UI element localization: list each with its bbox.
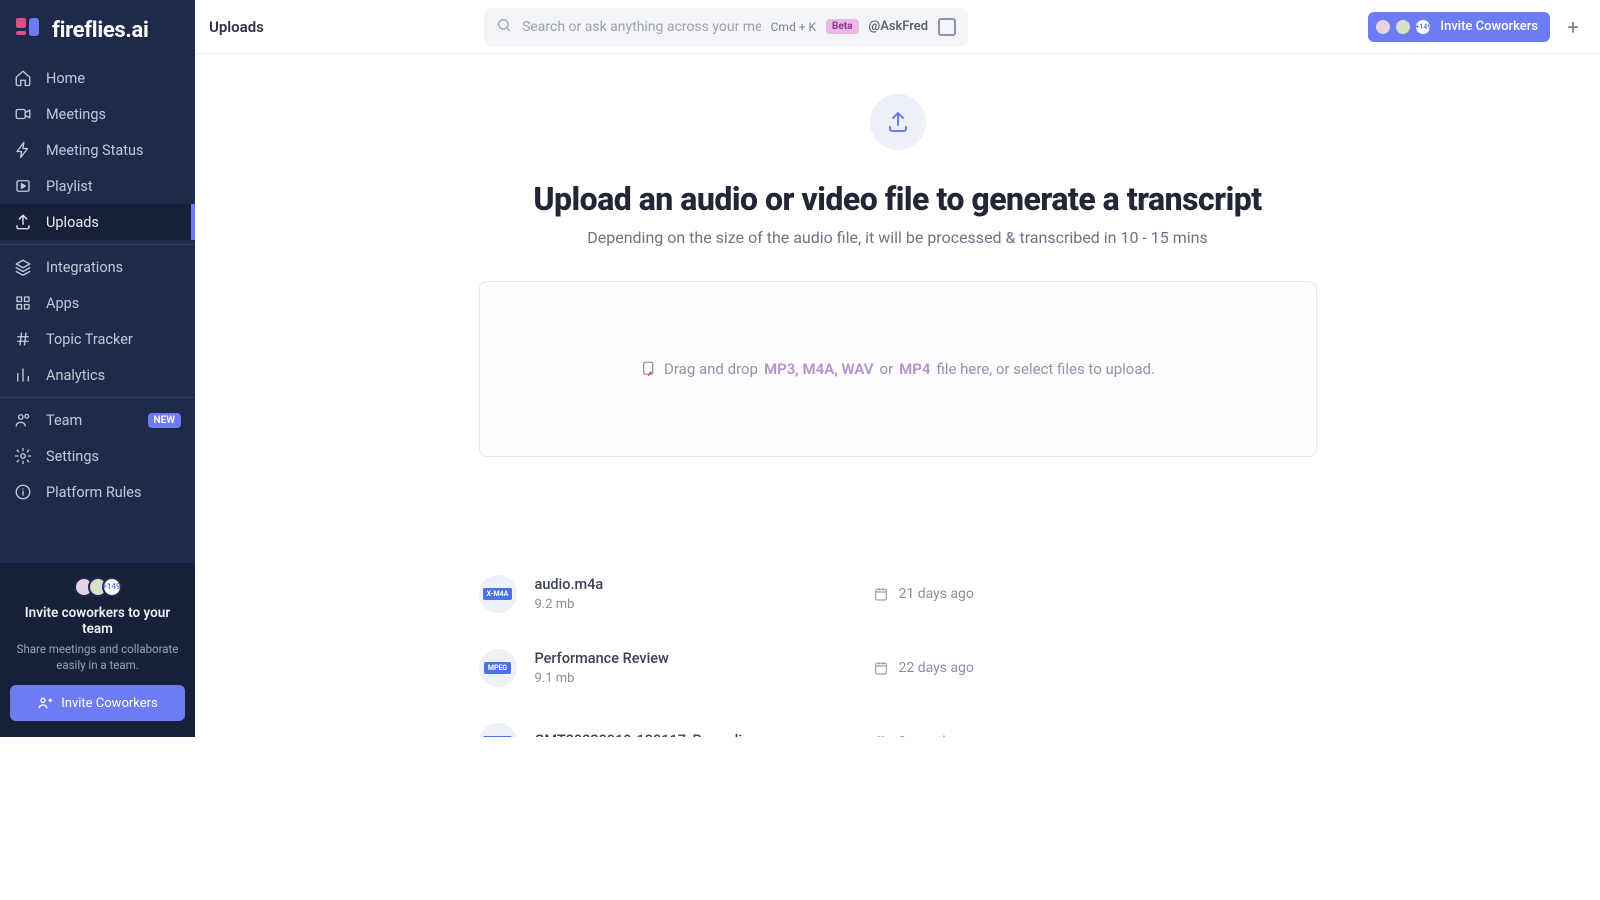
- sidebar-item-label: Apps: [46, 295, 181, 312]
- sidebar-item-label: Meeting Status: [46, 142, 181, 159]
- kbd-hint: Cmd + K: [771, 20, 816, 34]
- sidebar-item-label: Topic Tracker: [46, 331, 181, 348]
- file-date: 21 days ago: [873, 586, 974, 602]
- square-icon[interactable]: [938, 18, 956, 36]
- nav: Home Meetings Meeting Status Playlist Upload…: [0, 60, 195, 510]
- file-name: Performance Review: [535, 650, 855, 667]
- invite-coworkers-button[interactable]: Invite Coworkers: [10, 685, 185, 721]
- beta-badge: Beta: [826, 19, 859, 34]
- sidebar-item-playlist[interactable]: Playlist: [0, 168, 195, 204]
- drop-formats: MP3, M4A, WAV: [764, 360, 874, 378]
- team-icon: [14, 411, 32, 429]
- sidebar-item-home[interactable]: Home: [0, 60, 195, 96]
- sidebar: fireflies.ai Home Meetings Meeting Status P…: [0, 0, 195, 737]
- info-icon: [14, 483, 32, 501]
- invite-title: Invite coworkers to your team: [10, 605, 185, 637]
- bars-icon: [14, 366, 32, 384]
- invite-subtitle: Share meetings and collaborate easily in…: [10, 641, 185, 673]
- dropzone[interactable]: Drag and drop MP3, M4A, WAV or MP4 file …: [479, 281, 1317, 457]
- upload-icon: [870, 94, 926, 150]
- hero-subtitle: Depending on the size of the audio file,…: [195, 228, 1600, 247]
- search-bar[interactable]: Cmd + K Beta @AskFred: [484, 8, 968, 46]
- file-type-icon: MPEG: [479, 649, 517, 687]
- file-row[interactable]: X-M4A audio.m4a 9.2 mb 21 days ago: [479, 557, 1317, 631]
- sidebar-item-label: Analytics: [46, 367, 181, 384]
- home-icon: [14, 69, 32, 87]
- hero-title: Upload an audio or video file to generat…: [195, 180, 1600, 218]
- file-date: 2 months ago: [873, 734, 985, 737]
- main: Uploads Cmd + K Beta @AskFred +149 Invit…: [195, 0, 1600, 737]
- sidebar-item-label: Settings: [46, 448, 181, 465]
- sidebar-item-label: Home: [46, 70, 181, 87]
- search-icon: [496, 17, 512, 37]
- file-name: audio.m4a: [535, 576, 855, 593]
- video-icon: [14, 105, 32, 123]
- add-button[interactable]: +: [1560, 14, 1586, 40]
- invite-coworkers-pill[interactable]: +149 Invite Coworkers: [1368, 12, 1550, 42]
- topbar: Uploads Cmd + K Beta @AskFred +149 Invit…: [195, 0, 1600, 54]
- sidebar-item-platform-rules[interactable]: Platform Rules: [0, 474, 195, 510]
- sidebar-item-integrations[interactable]: Integrations: [0, 249, 195, 285]
- sidebar-item-label: Meetings: [46, 106, 181, 123]
- bolt-icon: [14, 141, 32, 159]
- hash-icon: [14, 330, 32, 348]
- sidebar-invite-panel: +149 Invite coworkers to your team Share…: [0, 563, 195, 737]
- grid-icon: [14, 294, 32, 312]
- file-size: 9.1 mb: [535, 671, 855, 686]
- new-badge: NEW: [148, 413, 182, 428]
- file-row[interactable]: X-M4A GMT20230919-120117_Recording.m... …: [479, 705, 1317, 737]
- sidebar-item-topic-tracker[interactable]: Topic Tracker: [0, 321, 195, 357]
- sidebar-item-settings[interactable]: Settings: [0, 438, 195, 474]
- sidebar-item-analytics[interactable]: Analytics: [0, 357, 195, 393]
- sidebar-item-apps[interactable]: Apps: [0, 285, 195, 321]
- file-date: 22 days ago: [873, 660, 974, 676]
- sidebar-item-label: Team: [46, 412, 134, 429]
- sidebar-item-label: Platform Rules: [46, 484, 181, 501]
- sidebar-item-label: Playlist: [46, 178, 181, 195]
- file-size: 9.2 mb: [535, 597, 855, 612]
- sidebar-item-meetings[interactable]: Meetings: [0, 96, 195, 132]
- content: Upload an audio or video file to generat…: [195, 54, 1600, 737]
- avatar-stack: +149: [10, 577, 185, 597]
- brand-logo[interactable]: fireflies.ai: [0, 0, 195, 60]
- sidebar-item-uploads[interactable]: Uploads: [0, 204, 195, 240]
- drop-formats2: MP4: [899, 360, 930, 378]
- file-type-icon: X-M4A: [479, 723, 517, 737]
- upload-hero: Upload an audio or video file to generat…: [195, 94, 1600, 457]
- logo-icon: [14, 16, 42, 44]
- sidebar-item-meeting-status[interactable]: Meeting Status: [0, 132, 195, 168]
- askfred-label: @AskFred: [869, 19, 929, 34]
- file-row[interactable]: MPEG Performance Review 9.1 mb 22 days a…: [479, 631, 1317, 705]
- sidebar-item-label: Integrations: [46, 259, 181, 276]
- uploaded-files-list: X-M4A audio.m4a 9.2 mb 21 days ago MPEG …: [479, 557, 1317, 737]
- gear-icon: [14, 447, 32, 465]
- page-title: Uploads: [209, 18, 264, 36]
- layers-icon: [14, 258, 32, 276]
- playlist-icon: [14, 177, 32, 195]
- drop-text: Drag and drop: [664, 360, 758, 378]
- brand-name: fireflies.ai: [52, 18, 149, 43]
- file-type-icon: X-M4A: [479, 575, 517, 613]
- sidebar-item-team[interactable]: Team NEW: [0, 402, 195, 438]
- file-name: GMT20230919-120117_Recording.m...: [535, 732, 855, 738]
- search-input[interactable]: [522, 19, 761, 35]
- upload-icon: [14, 213, 32, 231]
- sidebar-item-label: Uploads: [46, 214, 181, 231]
